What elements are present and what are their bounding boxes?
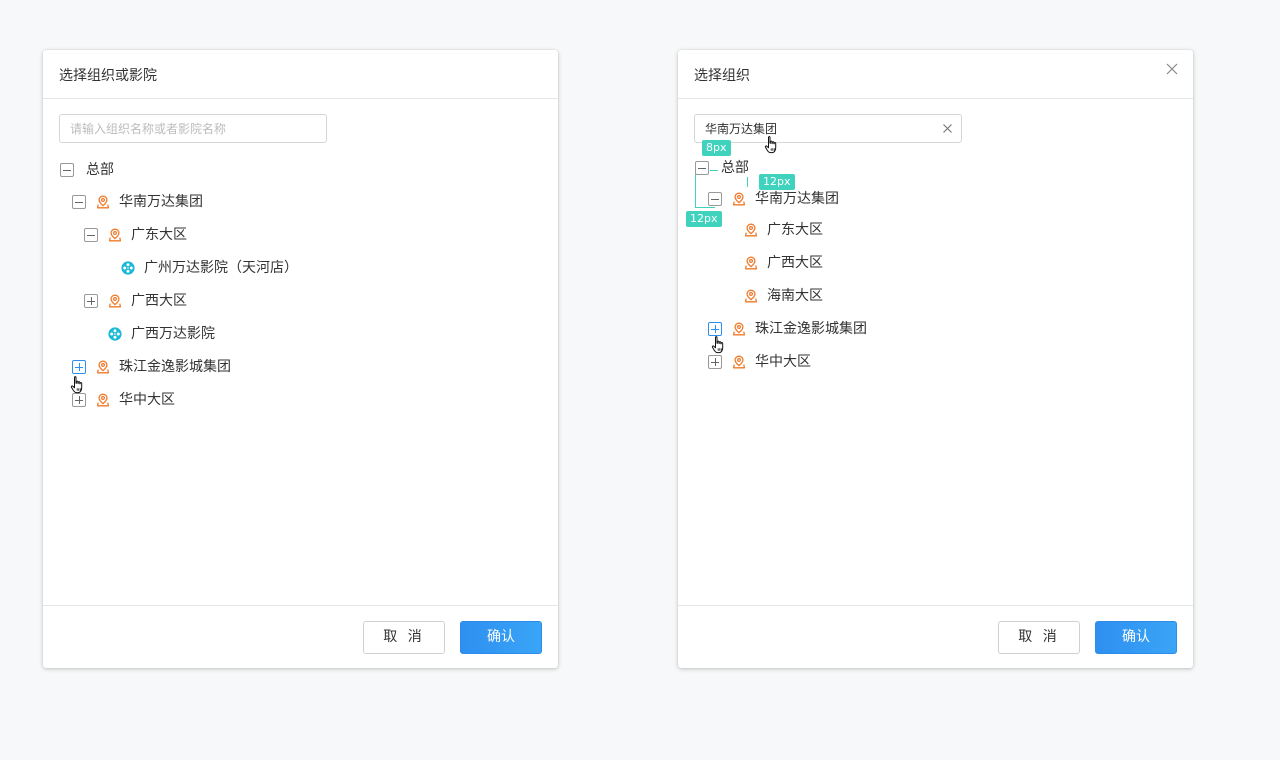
- tree-node[interactable]: 珠江金逸影城集团: [72, 356, 231, 378]
- location-icon: [96, 360, 110, 374]
- tree-node-label: 海南大区: [767, 288, 823, 304]
- confirm-button[interactable]: 确认: [1095, 621, 1177, 654]
- tree-node[interactable]: 广西大区: [744, 252, 823, 274]
- location-icon: [96, 393, 110, 407]
- tree-node[interactable]: 广西大区: [84, 290, 187, 312]
- spacing-annotation: 12px: [686, 211, 722, 227]
- tree-node[interactable]: 广东大区: [84, 224, 187, 246]
- search-input[interactable]: [60, 115, 326, 142]
- collapse-toggle[interactable]: [60, 163, 74, 177]
- tree-node[interactable]: 总部: [60, 159, 114, 181]
- tree-node[interactable]: 海南大区: [744, 285, 823, 307]
- location-icon: [744, 223, 758, 237]
- search-field[interactable]: [59, 114, 327, 143]
- location-icon: [732, 192, 746, 206]
- expand-toggle[interactable]: [72, 393, 86, 407]
- tree-node[interactable]: 总部: [695, 157, 749, 179]
- location-icon: [108, 228, 122, 242]
- tree-node[interactable]: 华中大区: [708, 351, 811, 373]
- tree-node-label: 广东大区: [131, 227, 187, 243]
- dialog-footer: 取 消 确认: [678, 605, 1193, 668]
- dialog-header: 选择组织或影院: [43, 50, 558, 99]
- collapse-toggle[interactable]: [708, 192, 722, 206]
- tree-node[interactable]: 广东大区: [744, 219, 823, 241]
- tree-node-label: 总部: [86, 162, 114, 178]
- dialog-title: 选择组织: [694, 68, 750, 84]
- tree-node-label: 广西大区: [131, 293, 187, 309]
- location-icon: [732, 355, 746, 369]
- collapse-toggle[interactable]: [72, 195, 86, 209]
- close-icon[interactable]: [1165, 62, 1179, 76]
- collapse-toggle[interactable]: [84, 228, 98, 242]
- cancel-button[interactable]: 取 消: [363, 621, 445, 654]
- tree-node-label: 华南万达集团: [755, 191, 839, 207]
- tree-node-label: 华中大区: [755, 354, 811, 370]
- expand-toggle[interactable]: [84, 294, 98, 308]
- tree-node-label: 广西大区: [767, 255, 823, 271]
- confirm-button[interactable]: 确认: [460, 621, 542, 654]
- location-icon: [732, 322, 746, 336]
- location-icon: [96, 195, 110, 209]
- expand-toggle[interactable]: [708, 322, 722, 336]
- tree-node-label: 广西万达影院: [131, 326, 215, 342]
- tree-node[interactable]: 华南万达集团: [72, 191, 203, 213]
- collapse-toggle[interactable]: [695, 161, 709, 175]
- tree-node[interactable]: 广西万达影院: [108, 323, 215, 345]
- tree-node-label: 华南万达集团: [119, 194, 203, 210]
- dialog-title: 选择组织或影院: [59, 68, 157, 84]
- tree-node-label: 珠江金逸影城集团: [755, 321, 867, 337]
- expand-toggle[interactable]: [708, 355, 722, 369]
- film-reel-icon: [121, 261, 135, 275]
- tree-node[interactable]: 华南万达集团: [708, 188, 839, 210]
- tree-node-label: 广东大区: [767, 222, 823, 238]
- select-org-dialog: 选择组织 8px 12px 12px 总部 华南万达集团 广东大区 广西大区 海…: [678, 50, 1193, 668]
- expand-toggle[interactable]: [72, 360, 86, 374]
- tree-node-label: 华中大区: [119, 392, 175, 408]
- location-icon: [108, 294, 122, 308]
- tree-node-label: 广州万达影院（天河店）: [144, 260, 298, 276]
- cancel-button[interactable]: 取 消: [998, 621, 1080, 654]
- tree-node[interactable]: 珠江金逸影城集团: [708, 318, 867, 340]
- search-field[interactable]: [694, 114, 962, 143]
- tree-node[interactable]: 华中大区: [72, 389, 175, 411]
- film-reel-icon: [108, 327, 122, 341]
- location-icon: [744, 256, 758, 270]
- spacing-annotation: 8px: [702, 140, 731, 156]
- spacing-guide-line: [695, 174, 696, 208]
- select-org-or-cinema-dialog: 选择组织或影院 总部 华南万达集团 广东大区 广州万达影院（天河店） 广西大区 …: [43, 50, 558, 668]
- tree-node-label: 珠江金逸影城集团: [119, 359, 231, 375]
- dialog-footer: 取 消 确认: [43, 605, 558, 668]
- clear-icon[interactable]: [942, 123, 953, 134]
- search-input[interactable]: [695, 115, 961, 142]
- dialog-header: 选择组织: [678, 50, 1193, 99]
- location-icon: [744, 289, 758, 303]
- tree-node[interactable]: 广州万达影院（天河店）: [121, 257, 298, 279]
- tree-node-label: 总部: [721, 160, 749, 176]
